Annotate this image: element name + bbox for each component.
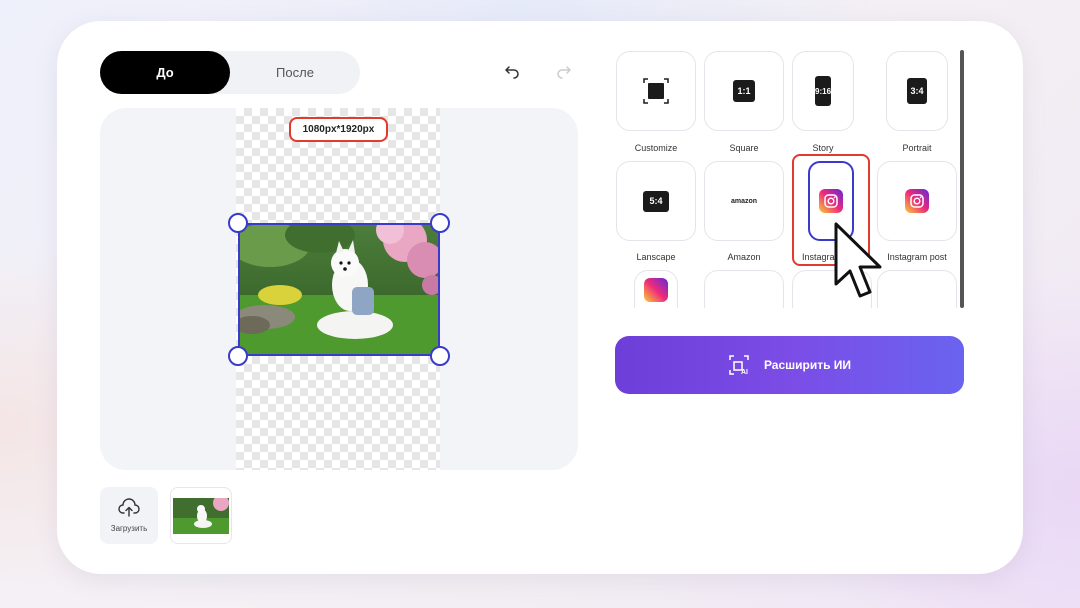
canvas-size-label: 1080px*1920px xyxy=(289,117,388,142)
image-thumbnail[interactable] xyxy=(170,487,232,544)
preset-scrollbar[interactable] xyxy=(960,50,964,308)
resize-handle-top-right[interactable] xyxy=(430,213,450,233)
ratio-9-16-icon: 9:16 xyxy=(815,76,831,106)
ratio-5-4-icon: 5:4 xyxy=(643,190,669,212)
upload-button[interactable]: Загрузить xyxy=(100,487,158,544)
ratio-3-4-icon: 3:4 xyxy=(907,78,927,104)
svg-text:AI: AI xyxy=(741,369,748,376)
ratio-1-1-icon: 1:1 xyxy=(733,80,755,102)
preset-portrait-label: Portrait xyxy=(902,143,932,153)
resize-handle-bottom-left[interactable] xyxy=(228,346,248,366)
preset-square[interactable]: 1:1 xyxy=(704,51,784,131)
upload-label: Загрузить xyxy=(110,524,148,533)
dog-photo-image xyxy=(240,225,438,354)
cloud-upload-icon xyxy=(118,498,140,517)
dog-photo[interactable] xyxy=(238,223,440,356)
crop-frame-icon xyxy=(643,78,669,104)
preset-instagram-story[interactable] xyxy=(634,270,678,308)
preset-story[interactable]: 9:16 xyxy=(792,51,854,131)
preset-grid: Customize 1:1 Square 9:16 Story 3:4 Port… xyxy=(612,48,957,308)
instagram-icon xyxy=(644,278,668,302)
mouse-pointer-icon xyxy=(834,222,882,298)
preset-customize[interactable] xyxy=(616,51,696,131)
expand-ai-label: Расширить ИИ xyxy=(763,358,852,372)
undo-icon[interactable] xyxy=(504,64,520,80)
ai-expand-icon: AI xyxy=(729,355,749,376)
resize-handle-bottom-right[interactable] xyxy=(430,346,450,366)
amazon-logo: amazon xyxy=(730,197,758,205)
preset-portrait[interactable]: 3:4 xyxy=(886,51,948,131)
after-tab[interactable]: После xyxy=(230,51,360,94)
preset-tile-row3-2[interactable] xyxy=(704,270,784,308)
preset-amazon[interactable]: amazon xyxy=(704,161,784,241)
preset-story-label: Story xyxy=(812,143,834,153)
preset-landscape[interactable]: 5:4 xyxy=(616,161,696,241)
thumbnail-image xyxy=(173,497,229,534)
expand-ai-button[interactable]: AI Расширить ИИ xyxy=(615,336,964,394)
before-tab[interactable]: До xyxy=(100,51,230,94)
preset-landscape-label: Lanscape xyxy=(636,252,676,262)
redo-icon[interactable] xyxy=(556,64,572,80)
instagram-icon xyxy=(905,189,929,213)
before-after-toggle: До После xyxy=(100,51,360,94)
resize-handle-top-left[interactable] xyxy=(228,213,248,233)
preset-customize-label: Customize xyxy=(634,143,678,153)
